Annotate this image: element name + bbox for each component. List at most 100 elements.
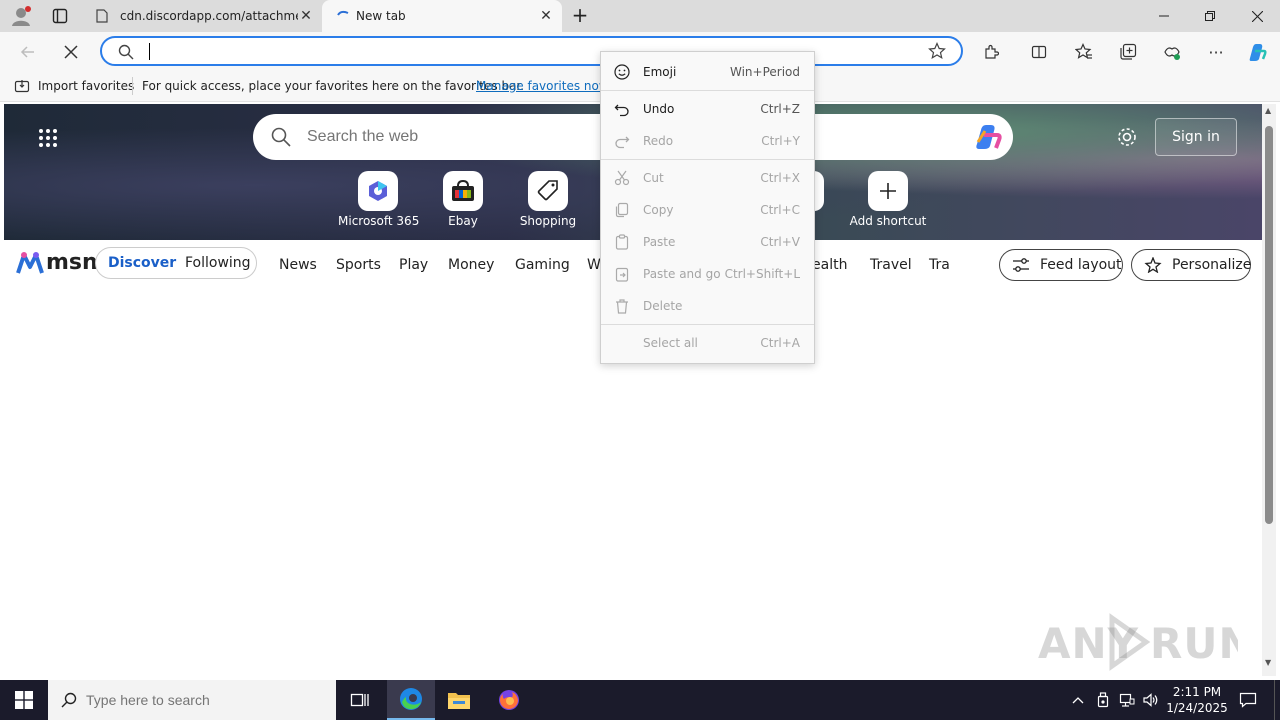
copilot-icon[interactable] [1244, 39, 1270, 65]
msn-logo-icon[interactable] [16, 251, 44, 281]
volume-icon[interactable] [1140, 680, 1162, 720]
new-tab-button[interactable]: + [570, 5, 590, 26]
close-tab-icon[interactable]: ✕ [298, 8, 314, 24]
undo-icon [613, 100, 631, 118]
menu-item-delete[interactable]: Delete [601, 292, 814, 320]
scrollbar-thumb[interactable] [1265, 126, 1273, 524]
extensions-icon[interactable] [978, 39, 1004, 65]
nav-sports[interactable]: Sports [336, 257, 381, 273]
menu-item-shortcut: Ctrl+A [760, 336, 800, 350]
show-desktop-button[interactable] [1274, 680, 1280, 720]
clock-date: 1/24/2025 [1166, 701, 1228, 715]
personalize-button[interactable]: Personalize [1131, 249, 1251, 281]
emoji-icon [613, 63, 631, 81]
shortcut-shopping[interactable]: Shopping [508, 171, 588, 231]
address-bar[interactable] [100, 36, 963, 66]
restore-button[interactable] [1187, 0, 1233, 32]
edge-taskbar-icon[interactable] [387, 680, 435, 720]
nav-travel[interactable]: Travel [870, 257, 912, 273]
notifications-icon[interactable] [1232, 680, 1264, 720]
menu-item-cut[interactable]: Cut Ctrl+X [601, 164, 814, 192]
shortcut-label: Add shortcut [849, 214, 927, 228]
show-hidden-icons[interactable] [1068, 680, 1088, 720]
file-explorer-icon[interactable] [437, 680, 481, 720]
menu-item-paste-and-go[interactable]: Paste and go Ctrl+Shift+L [601, 260, 814, 288]
clock[interactable]: 2:11 PM 1/24/2025 [1166, 680, 1228, 720]
nav-weather[interactable]: W [587, 257, 601, 273]
menu-item-label: Copy [643, 203, 674, 217]
search-icon [271, 127, 291, 151]
menu-item-label: Cut [643, 171, 664, 185]
start-button[interactable] [0, 680, 48, 720]
network-icon[interactable] [1116, 680, 1138, 720]
split-screen-icon[interactable] [1026, 39, 1052, 65]
shortcut-microsoft365[interactable]: Microsoft 365 [338, 171, 419, 231]
shortcut-ebay[interactable]: Ebay [423, 171, 503, 231]
shortcut-add[interactable]: Add shortcut [848, 171, 928, 231]
manage-favorites-link[interactable]: Manage favorites now [476, 79, 609, 93]
tab-discord[interactable]: cdn.discordapp.com/attachments ✕ [86, 2, 322, 30]
clock-time: 2:11 PM [1172, 685, 1222, 699]
scroll-up-icon[interactable]: ▲ [1265, 106, 1271, 115]
browser-essentials-icon[interactable] [1159, 39, 1185, 65]
sign-in-button[interactable]: Sign in [1155, 118, 1237, 156]
menu-item-emoji[interactable]: Emoji Win+Period [601, 58, 814, 86]
apps-launcher-icon[interactable] [38, 128, 58, 148]
web-search-input[interactable] [307, 126, 597, 148]
sliders-icon [1012, 257, 1030, 277]
taskbar: 2:11 PM 1/24/2025 [0, 680, 1280, 720]
text-cursor [149, 43, 150, 60]
nav-money[interactable]: Money [448, 257, 494, 273]
tab-title: New tab [356, 9, 406, 23]
scroll-down-icon[interactable]: ▼ [1265, 658, 1271, 667]
menu-item-label: Redo [643, 134, 674, 148]
minimize-button[interactable] [1141, 0, 1187, 32]
stop-loading-icon[interactable] [58, 39, 84, 65]
menu-separator [601, 324, 814, 325]
menu-item-label: Paste and go [643, 267, 721, 281]
collections-icon[interactable] [1115, 39, 1141, 65]
nav-traffic[interactable]: Tra [929, 257, 950, 273]
more-options-icon[interactable]: ··· [1203, 39, 1229, 65]
nav-health[interactable]: ealth [812, 257, 847, 273]
feed-layout-button[interactable]: Feed layout [999, 249, 1123, 281]
sign-in-label: Sign in [1172, 129, 1220, 145]
profile-icon[interactable] [10, 5, 32, 27]
menu-item-select-all[interactable]: Select all Ctrl+A [601, 329, 814, 357]
menu-item-undo[interactable]: Undo Ctrl+Z [601, 95, 814, 123]
menu-item-label: Select all [643, 336, 698, 350]
nav-gaming[interactable]: Gaming [515, 257, 570, 273]
favorites-icon[interactable] [1071, 39, 1097, 65]
menu-item-redo[interactable]: Redo Ctrl+Y [601, 127, 814, 155]
import-favorites-button[interactable]: Import favorites [38, 79, 134, 93]
menu-item-label: Delete [643, 299, 683, 313]
task-view-icon[interactable] [340, 680, 380, 720]
nav-news[interactable]: News [279, 257, 317, 273]
copilot-icon[interactable] [971, 122, 1003, 156]
tab-actions-icon[interactable] [52, 8, 68, 24]
close-window-button[interactable] [1234, 0, 1280, 32]
taskbar-search-input[interactable] [86, 690, 326, 710]
menu-item-shortcut: Ctrl+C [760, 203, 800, 217]
menu-item-shortcut: Ctrl+Y [761, 134, 800, 148]
settings-gear-icon[interactable] [1116, 126, 1138, 148]
tab-new-tab[interactable]: New tab ✕ [322, 0, 562, 32]
nav-play[interactable]: Play [399, 257, 428, 273]
watermark-logo: ANY RUN [1038, 612, 1254, 672]
vertical-scrollbar[interactable]: ▲ ▼ [1262, 104, 1276, 676]
usb-device-icon[interactable] [1092, 680, 1114, 720]
following-tab[interactable]: Following [185, 255, 251, 271]
redo-icon [613, 132, 631, 150]
shortcut-label: Shopping [519, 214, 577, 228]
menu-item-copy[interactable]: Copy Ctrl+C [601, 196, 814, 224]
search-icon [118, 44, 134, 64]
menu-item-paste[interactable]: Paste Ctrl+V [601, 228, 814, 256]
favorite-star-icon[interactable] [928, 42, 946, 64]
firefox-icon[interactable] [487, 680, 531, 720]
taskbar-search-box[interactable] [48, 680, 336, 720]
back-icon[interactable] [15, 39, 41, 65]
menu-item-label: Emoji [643, 65, 677, 79]
discover-tab[interactable]: Discover [108, 255, 176, 271]
menu-item-shortcut: Ctrl+Z [760, 102, 800, 116]
close-tab-icon[interactable]: ✕ [538, 8, 554, 24]
